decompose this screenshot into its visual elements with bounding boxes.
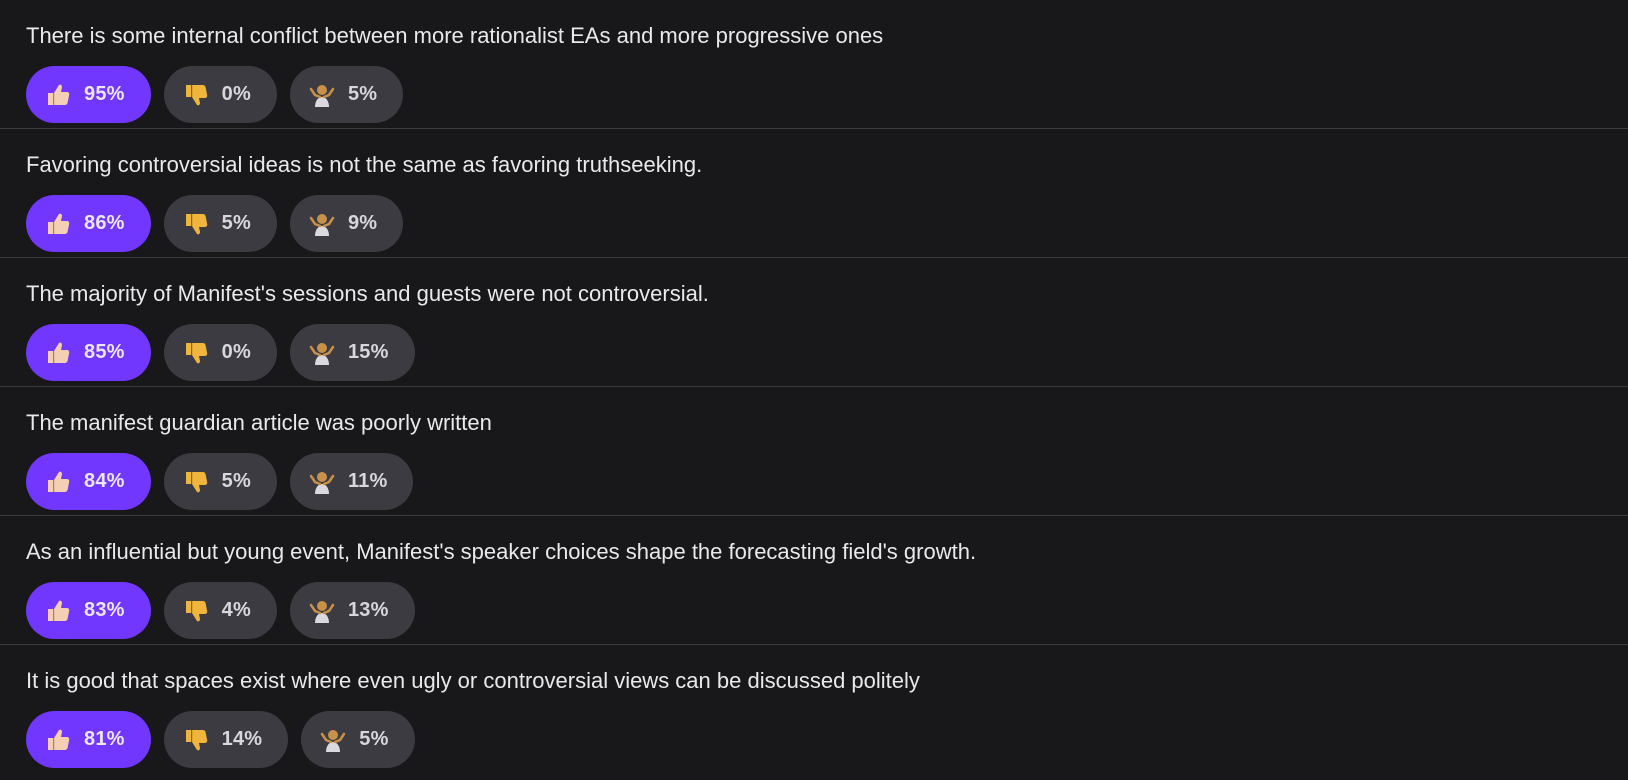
statement-item: Favoring controversial ideas is not the … — [0, 129, 1628, 258]
statement-text: There is some internal conflict between … — [26, 23, 884, 48]
statement-item: The manifest guardian article was poorly… — [0, 387, 1628, 516]
agree-percent: 84% — [84, 470, 125, 492]
disagree-percent: 0% — [221, 83, 251, 105]
statement-item: It is good that spaces exist where even … — [0, 645, 1628, 774]
disagree-button[interactable]: 0% — [163, 66, 277, 123]
vote-buttons: 84% 5% 11% — [26, 453, 1628, 510]
vote-buttons: 86% 5% 9% — [26, 195, 1628, 252]
statement-list: There is some internal conflict between … — [0, 0, 1628, 780]
shrug-icon — [308, 81, 336, 109]
thumbs-up-icon — [44, 597, 72, 625]
agree-button[interactable]: 81% — [26, 711, 151, 768]
agree-percent: 83% — [84, 599, 125, 621]
shrug-icon — [319, 726, 347, 754]
unsure-percent: 13% — [347, 599, 389, 621]
agree-button[interactable]: 85% — [26, 324, 151, 381]
thumbs-down-icon — [182, 726, 210, 754]
statement-item: The majority of Manifest's sessions and … — [0, 258, 1628, 387]
disagree-percent: 4% — [221, 599, 251, 621]
unsure-percent: 15% — [347, 341, 389, 363]
agree-percent: 95% — [84, 83, 125, 105]
vote-buttons: 81% 14% 5% — [26, 711, 1628, 768]
vote-buttons: 83% 4% 13% — [26, 582, 1628, 639]
unsure-percent: 9% — [347, 212, 378, 234]
shrug-icon — [308, 597, 336, 625]
agree-percent: 86% — [84, 212, 125, 234]
unsure-button[interactable]: 15% — [289, 324, 415, 381]
agree-button[interactable]: 86% — [26, 195, 151, 252]
thumbs-down-icon — [182, 468, 210, 496]
thumbs-up-icon — [44, 339, 72, 367]
statement-text: The majority of Manifest's sessions and … — [26, 281, 709, 306]
thumbs-up-icon — [44, 726, 72, 754]
unsure-percent: 5% — [347, 83, 378, 105]
disagree-percent: 5% — [221, 470, 251, 492]
statement-item: There is some internal conflict between … — [0, 0, 1628, 129]
thumbs-down-icon — [182, 339, 210, 367]
thumbs-up-icon — [44, 468, 72, 496]
statement-item: As an influential but young event, Manif… — [0, 516, 1628, 645]
shrug-icon — [308, 468, 336, 496]
disagree-button[interactable]: 5% — [163, 195, 277, 252]
unsure-percent: 11% — [347, 470, 388, 492]
thumbs-up-icon — [44, 81, 72, 109]
disagree-percent: 5% — [221, 212, 251, 234]
unsure-percent: 5% — [359, 728, 389, 750]
disagree-button[interactable]: 14% — [163, 711, 289, 768]
shrug-icon — [308, 210, 336, 238]
thumbs-down-icon — [182, 210, 210, 238]
unsure-button[interactable]: 11% — [289, 453, 414, 510]
statement-text: As an influential but young event, Manif… — [26, 539, 977, 564]
disagree-button[interactable]: 0% — [163, 324, 277, 381]
thumbs-up-icon — [44, 210, 72, 238]
unsure-button[interactable]: 9% — [289, 195, 404, 252]
agree-button[interactable]: 83% — [26, 582, 151, 639]
agree-percent: 85% — [84, 341, 125, 363]
unsure-button[interactable]: 5% — [289, 66, 404, 123]
shrug-icon — [308, 339, 336, 367]
vote-buttons: 85% 0% 15% — [26, 324, 1628, 381]
statement-text: It is good that spaces exist where even … — [26, 668, 920, 693]
statement-text: Favoring controversial ideas is not the … — [26, 152, 703, 177]
unsure-button[interactable]: 5% — [301, 711, 415, 768]
agree-button[interactable]: 84% — [26, 453, 151, 510]
agree-percent: 81% — [84, 728, 125, 750]
disagree-button[interactable]: 5% — [163, 453, 277, 510]
unsure-button[interactable]: 13% — [289, 582, 415, 639]
thumbs-down-icon — [182, 597, 210, 625]
disagree-percent: 14% — [221, 728, 263, 750]
disagree-button[interactable]: 4% — [163, 582, 277, 639]
thumbs-down-icon — [182, 81, 210, 109]
disagree-percent: 0% — [221, 341, 251, 363]
vote-buttons: 95% 0% 5% — [26, 66, 1628, 123]
agree-button[interactable]: 95% — [26, 66, 151, 123]
statement-text: The manifest guardian article was poorly… — [26, 410, 492, 435]
